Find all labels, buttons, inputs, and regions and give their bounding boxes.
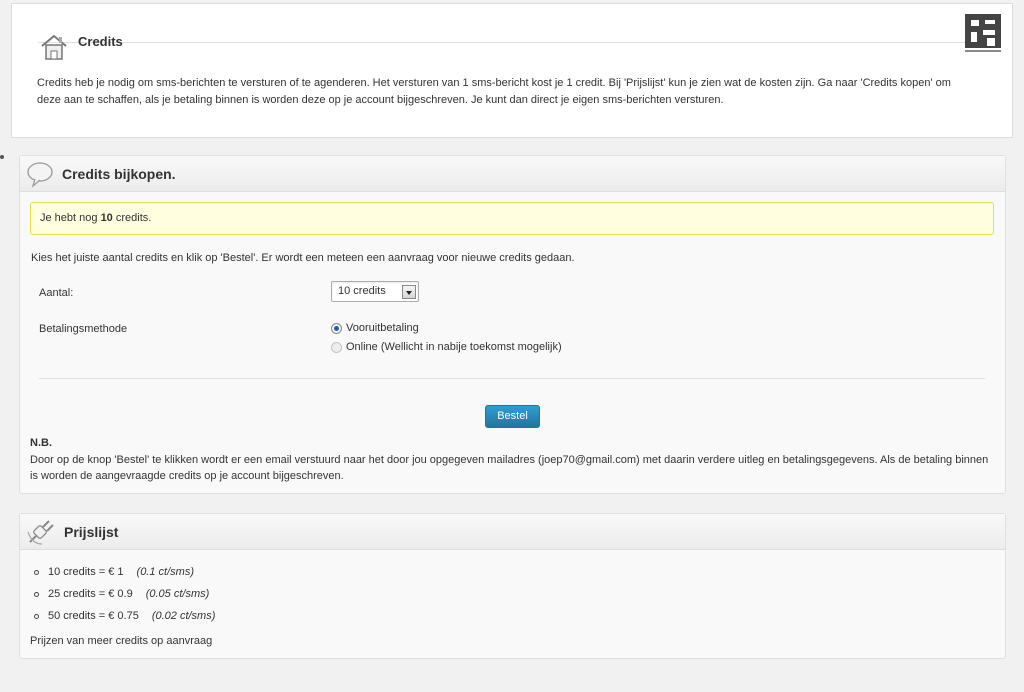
price-item: 50 credits = € 0.75 (0.02 ct/sms) — [34, 605, 215, 627]
nb-text: Door op de knop 'Bestel' te klikken word… — [30, 454, 989, 482]
page-title: Credits — [78, 33, 123, 49]
price-item-label: 25 credits = € 0.9 — [48, 588, 133, 600]
credits-header-rule — [38, 29, 986, 43]
divider — [39, 378, 985, 379]
price-item-note: (0.1 ct/sms) — [136, 566, 194, 578]
payment-option-prepay-label: Vooruitbetaling — [346, 322, 419, 334]
notice-prefix: Je hebt nog — [40, 212, 101, 224]
price-list-header: Prijslijst — [20, 514, 1005, 550]
buy-credits-panel: Credits bijkopen. Je hebt nog 10 credits… — [19, 155, 1006, 494]
price-item-note: (0.05 ct/sms) — [145, 588, 210, 600]
price-items: 10 credits = € 1 (0.1 ct/sms) 25 credits … — [34, 561, 215, 627]
circle-bullet-icon — [34, 591, 39, 597]
chevron-down-icon[interactable] — [402, 285, 416, 299]
credits-description: Credits heb je nodig om sms-berichten te… — [37, 77, 951, 106]
buy-credits-header: Credits bijkopen. — [20, 156, 1005, 192]
radio-checked-icon[interactable] — [331, 322, 342, 334]
circle-bullet-icon — [34, 569, 39, 575]
price-item: 10 credits = € 1 (0.1 ct/sms) — [34, 561, 215, 583]
plug-icon — [27, 519, 54, 545]
home-icon — [41, 34, 67, 60]
circle-bullet-icon — [34, 613, 39, 619]
price-list-panel: Prijslijst 10 credits = € 1 (0.1 ct/sms) … — [19, 513, 1006, 659]
speech-bubble-icon — [27, 161, 53, 188]
payment-option-online-label: Online (Wellicht in nabije toekomst moge… — [346, 341, 562, 353]
site-logo — [965, 14, 1001, 52]
payment-option-prepay[interactable]: Vooruitbetaling — [331, 322, 419, 334]
payment-method-label: Betalingsmethode — [39, 323, 128, 335]
radio-disabled-icon — [331, 341, 342, 353]
price-list-title: Prijslijst — [64, 523, 119, 540]
price-item-note: (0.02 ct/sms) — [151, 610, 216, 622]
credit-count: 10 — [100, 212, 113, 224]
price-item-label: 10 credits = € 1 — [48, 566, 124, 578]
credits-title-row: Credits — [38, 31, 123, 63]
price-footer-note: Prijzen van meer credits op aanvraag — [30, 635, 213, 647]
price-item-label: 50 credits = € 0.75 — [48, 610, 139, 622]
amount-label: Aantal: — [39, 287, 74, 299]
notice-suffix: credits. — [112, 212, 152, 224]
credits-info-box: Credits Credits heb je nodig om sms-beri… — [11, 3, 1013, 138]
buy-credits-title: Credits bijkopen. — [62, 165, 176, 182]
credit-balance-notice: Je hebt nog 10 credits. — [30, 202, 994, 235]
amount-select[interactable]: 10 credits — [331, 281, 419, 302]
nb-heading: N.B. — [30, 437, 52, 449]
order-instruction: Kies het juiste aantal credits en klik o… — [31, 252, 575, 264]
amount-select-value: 10 credits — [338, 285, 386, 297]
bullet-marker — [0, 155, 4, 159]
order-button[interactable]: Bestel — [485, 405, 540, 428]
price-item: 25 credits = € 0.9 (0.05 ct/sms) — [34, 583, 215, 605]
payment-option-online: Online (Wellicht in nabije toekomst moge… — [331, 341, 562, 353]
